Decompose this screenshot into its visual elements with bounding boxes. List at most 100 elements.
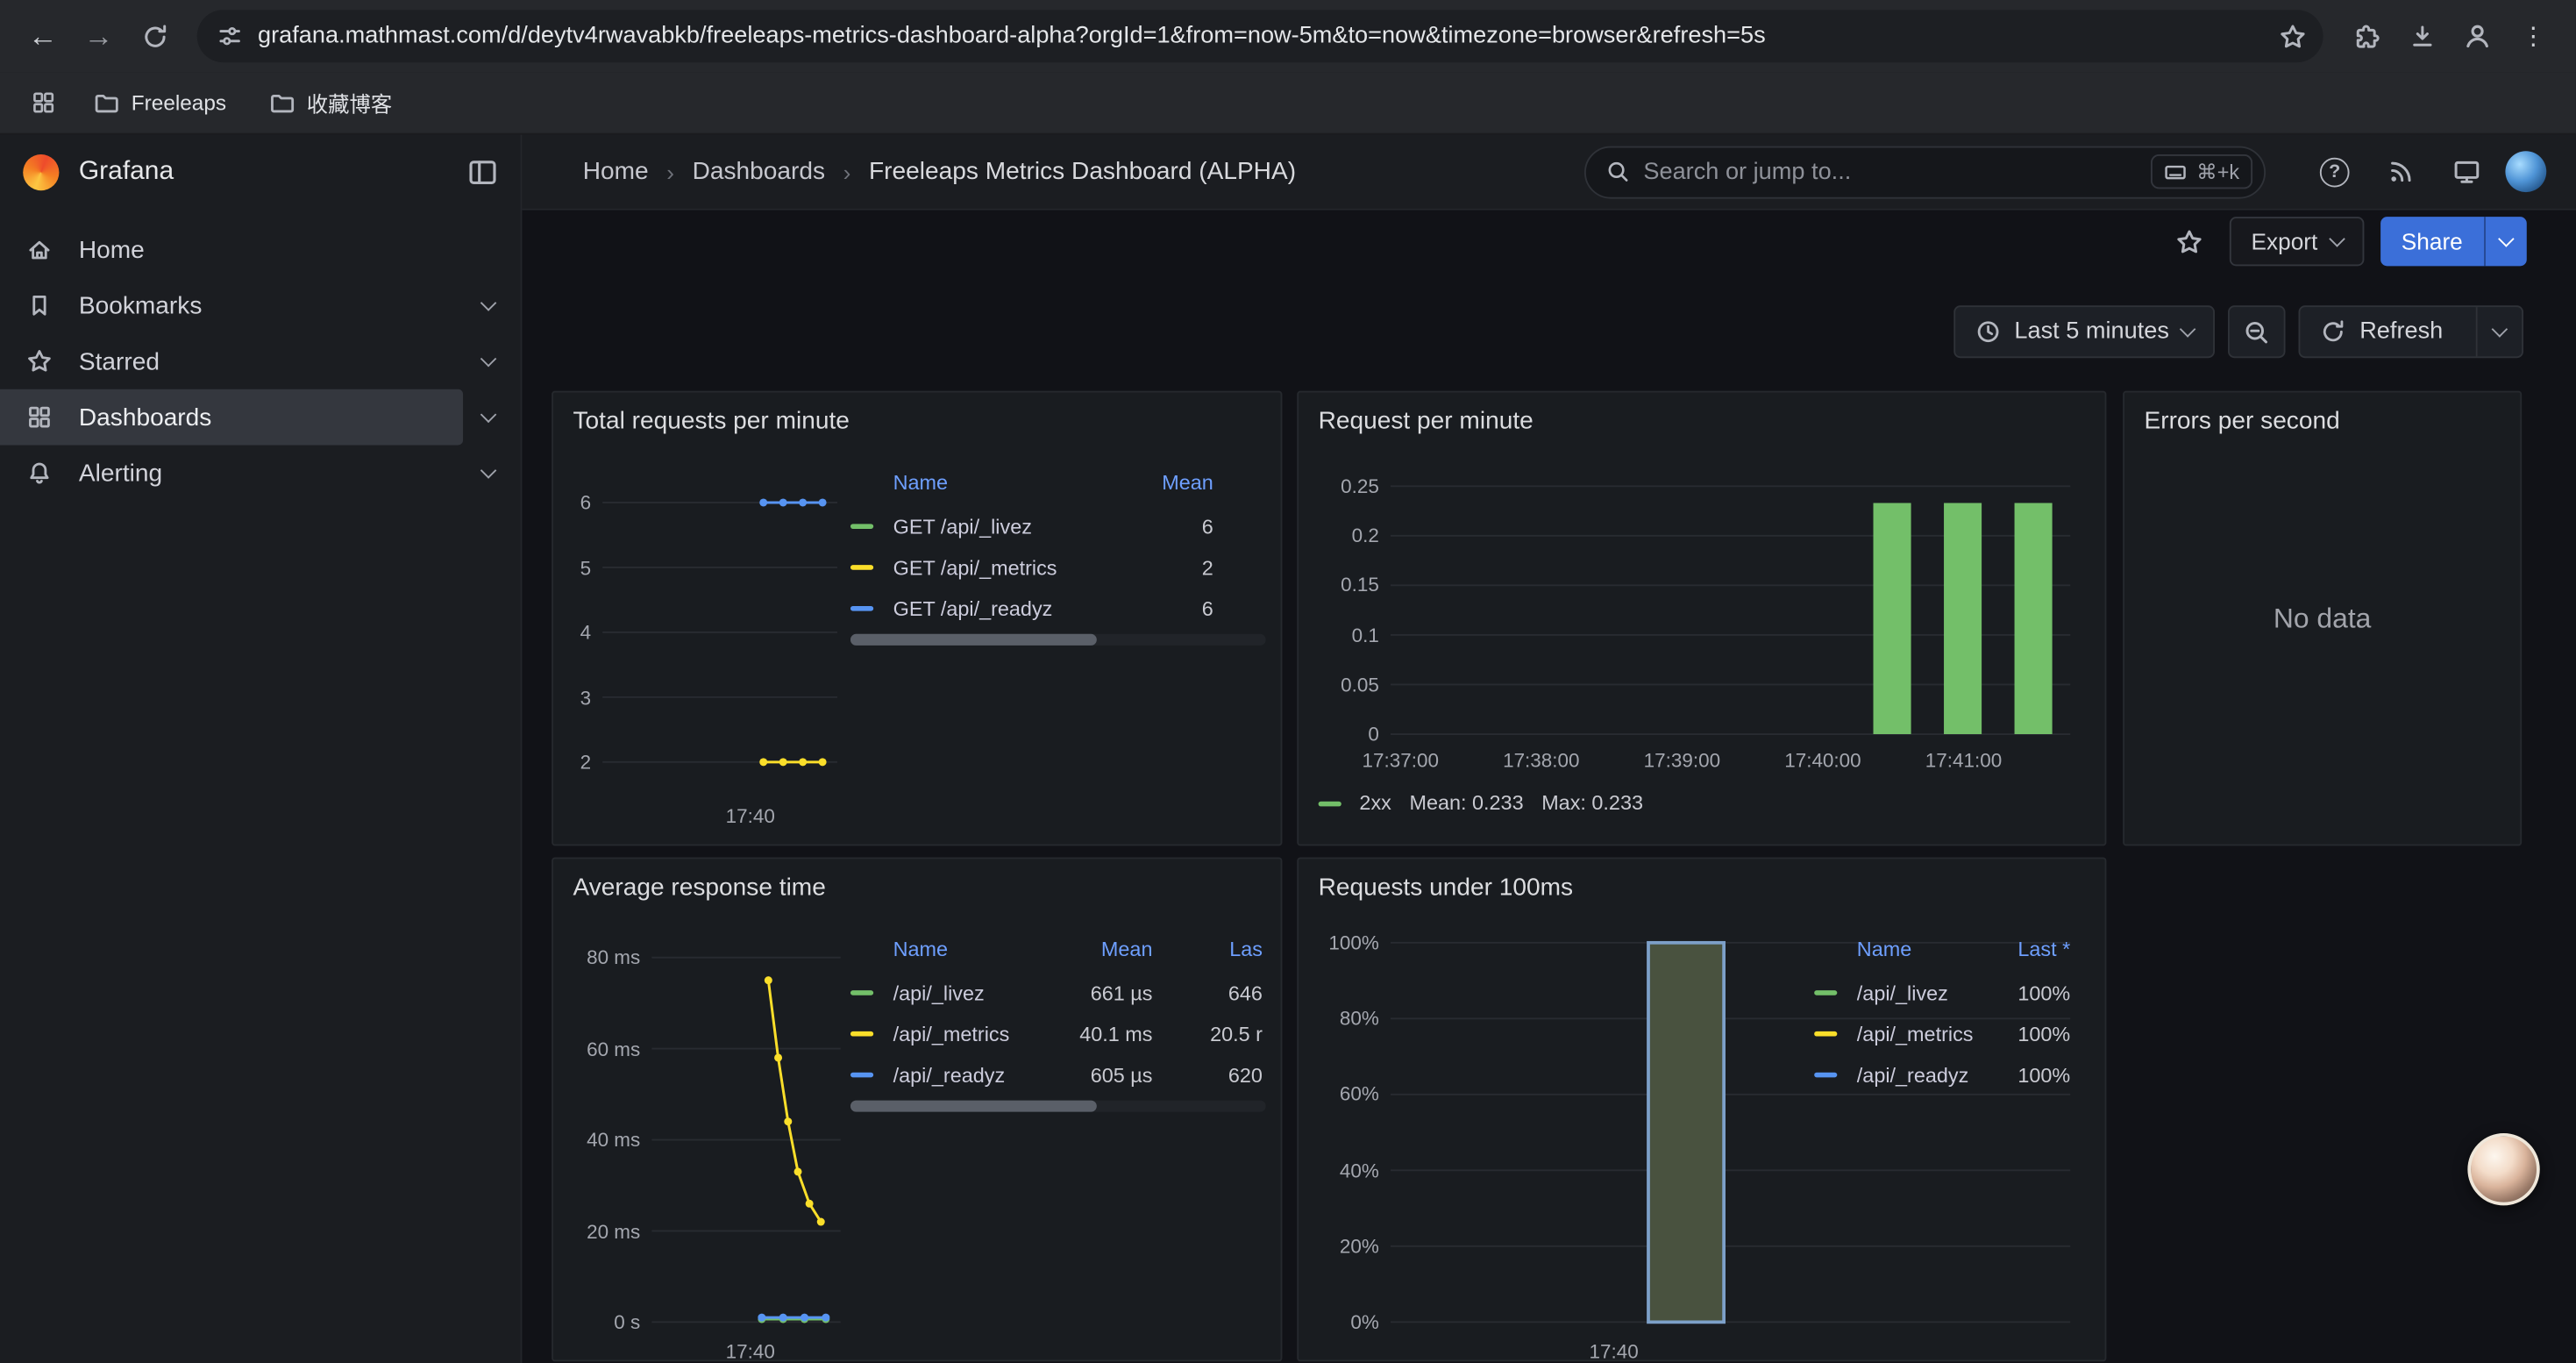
series-name[interactable]: /api/_readyz bbox=[893, 1063, 1057, 1086]
panel-title[interactable]: Requests under 100ms bbox=[1299, 859, 2104, 902]
time-range-picker[interactable]: Last 5 minutes bbox=[1953, 305, 2215, 358]
search-shortcut: ⌘+k bbox=[2196, 160, 2239, 184]
bookmark-folder-blogs[interactable]: 收藏博客 bbox=[254, 81, 407, 125]
sidebar-item-starred[interactable]: Starred bbox=[0, 333, 521, 389]
series-color-dash[interactable] bbox=[850, 524, 873, 529]
series-color-dash[interactable] bbox=[1319, 801, 1341, 806]
url-bar[interactable]: grafana.mathmast.com/d/deytv4rwavabkb/fr… bbox=[197, 10, 2323, 62]
series-color-dash[interactable] bbox=[1814, 1073, 1837, 1078]
share-label: Share bbox=[2380, 217, 2484, 266]
series-color-dash[interactable] bbox=[850, 565, 873, 570]
series-color-dash[interactable] bbox=[850, 1031, 873, 1037]
series-color-dash[interactable] bbox=[850, 606, 873, 611]
star-icon bbox=[25, 348, 54, 375]
legend-col-last[interactable]: Las bbox=[1156, 938, 1265, 960]
series-name[interactable]: /api/_livez bbox=[893, 981, 1057, 1004]
series-color-dash[interactable] bbox=[850, 1073, 873, 1078]
legend-col-mean[interactable]: Mean bbox=[1121, 471, 1217, 494]
legend-col-name[interactable]: Name bbox=[893, 938, 1057, 960]
sidebar-item-home[interactable]: Home bbox=[0, 222, 521, 278]
breadcrumb-dashboards[interactable]: Dashboards bbox=[693, 158, 825, 186]
download-button[interactable] bbox=[2395, 10, 2448, 62]
series-color-dash[interactable] bbox=[1814, 990, 1837, 995]
series-name[interactable]: /api/_metrics bbox=[1857, 1023, 1979, 1045]
legend-scrollbar[interactable] bbox=[850, 634, 1266, 646]
dashboard-toolbar: Export Share bbox=[2164, 217, 2527, 266]
legend-col-mean[interactable]: Mean bbox=[1057, 938, 1156, 960]
panel-requests-per-minute: Request per minute 0.250.20.150.10.05017… bbox=[1297, 391, 2106, 846]
forward-button[interactable]: → bbox=[72, 10, 125, 62]
series-name[interactable]: GET /api/_metrics bbox=[893, 556, 1121, 579]
keyboard-icon bbox=[2164, 161, 2187, 183]
extensions-button[interactable] bbox=[2339, 10, 2392, 62]
assistant-avatar-widget[interactable] bbox=[2467, 1133, 2539, 1205]
sidebar-toggle-icon[interactable] bbox=[468, 158, 498, 188]
search-input[interactable] bbox=[1643, 159, 2138, 185]
requests-per-minute-chart[interactable]: 0.250.20.150.10.05017:37:0017:38:0017:39… bbox=[1299, 458, 2106, 787]
breadcrumb-home[interactable]: Home bbox=[583, 158, 649, 186]
legend-scrollbar[interactable] bbox=[850, 1101, 1266, 1112]
series-color-dash[interactable] bbox=[1814, 1031, 1837, 1037]
sidebar-item-dashboards[interactable]: Dashboards bbox=[0, 389, 521, 446]
legend-col-name[interactable]: Name bbox=[893, 471, 1121, 494]
display-button[interactable] bbox=[2440, 146, 2493, 198]
sidebar-item-bookmarks[interactable]: Bookmarks bbox=[0, 277, 521, 333]
panel-title[interactable]: Request per minute bbox=[1299, 393, 2104, 436]
favorite-dashboard-button[interactable] bbox=[2164, 217, 2213, 266]
share-button[interactable]: Share bbox=[2380, 217, 2526, 266]
grafana-logo[interactable] bbox=[23, 154, 59, 190]
total-requests-chart[interactable]: 6543217:40 bbox=[553, 458, 850, 836]
export-button[interactable]: Export bbox=[2230, 217, 2364, 266]
series-name[interactable]: 2xx bbox=[1359, 792, 1391, 815]
panel-title[interactable]: Average response time bbox=[553, 859, 1281, 902]
chevron-down-icon bbox=[2492, 321, 2508, 338]
apps-grid-button[interactable] bbox=[19, 80, 65, 125]
scrollbar-thumb[interactable] bbox=[850, 634, 1097, 646]
user-avatar[interactable] bbox=[2505, 151, 2546, 192]
rss-icon bbox=[2387, 158, 2415, 186]
bookmark-star-icon[interactable] bbox=[2279, 22, 2307, 50]
news-button[interactable] bbox=[2374, 146, 2427, 198]
home-icon bbox=[25, 237, 54, 263]
download-icon bbox=[2408, 22, 2436, 50]
panel-title[interactable]: Total requests per minute bbox=[553, 393, 1281, 436]
refresh-interval-caret[interactable] bbox=[2476, 307, 2522, 356]
bookmark-folder-freeleaps[interactable]: Freeleaps bbox=[79, 83, 241, 123]
chevron-down-icon bbox=[480, 407, 497, 424]
profile-button[interactable] bbox=[2451, 10, 2504, 62]
chevron-down-icon bbox=[2329, 231, 2345, 247]
browser-toolbar: ← → grafana.mathmast.com/d/deytv4rwavabk… bbox=[0, 0, 2576, 72]
series-name[interactable]: GET /api/_readyz bbox=[893, 597, 1121, 620]
search-icon bbox=[1605, 160, 1630, 184]
bell-icon bbox=[25, 460, 54, 486]
back-button[interactable]: ← bbox=[17, 10, 69, 62]
zoom-out-icon bbox=[2243, 318, 2271, 346]
search-box[interactable]: ⌘+k bbox=[1584, 146, 2266, 198]
series-last: 100% bbox=[1978, 1063, 2074, 1086]
legend-col-name[interactable]: Name bbox=[1857, 938, 1979, 960]
reload-button[interactable] bbox=[128, 10, 181, 62]
site-settings-icon[interactable] bbox=[217, 23, 243, 49]
series-name[interactable]: /api/_livez bbox=[1857, 981, 1979, 1004]
legend-row: GET /api/_metrics 2 bbox=[850, 547, 1266, 589]
url-text[interactable]: grafana.mathmast.com/d/deytv4rwavabkb/fr… bbox=[258, 23, 2264, 49]
average-response-chart[interactable]: 80 ms60 ms40 ms20 ms0 s17:40 bbox=[553, 924, 850, 1361]
folder-icon bbox=[269, 89, 295, 116]
legend-col-last[interactable]: Last * bbox=[1978, 938, 2074, 960]
series-color-dash[interactable] bbox=[850, 990, 873, 995]
series-name[interactable]: /api/_readyz bbox=[1857, 1063, 1979, 1086]
help-button[interactable]: ? bbox=[2309, 146, 2361, 198]
refresh-button[interactable]: Refresh bbox=[2299, 305, 2523, 358]
sidebar-item-alerting[interactable]: Alerting bbox=[0, 445, 521, 501]
export-label: Export bbox=[2252, 228, 2318, 254]
dashboard-content: Export Share Last 5 minutes bbox=[522, 211, 2575, 1363]
legend-header: Name Mean Las bbox=[850, 931, 1266, 967]
scrollbar-thumb[interactable] bbox=[850, 1101, 1097, 1112]
series-name[interactable]: /api/_metrics bbox=[893, 1023, 1057, 1045]
series-name[interactable]: GET /api/_livez bbox=[893, 515, 1121, 538]
browser-menu-button[interactable]: ⋮ bbox=[2507, 10, 2559, 62]
share-menu-caret[interactable] bbox=[2484, 217, 2527, 266]
refresh-icon bbox=[2320, 318, 2346, 345]
grafana-app: Grafana Home Bookmarks bbox=[0, 135, 2576, 1363]
zoom-out-button[interactable] bbox=[2228, 305, 2286, 358]
